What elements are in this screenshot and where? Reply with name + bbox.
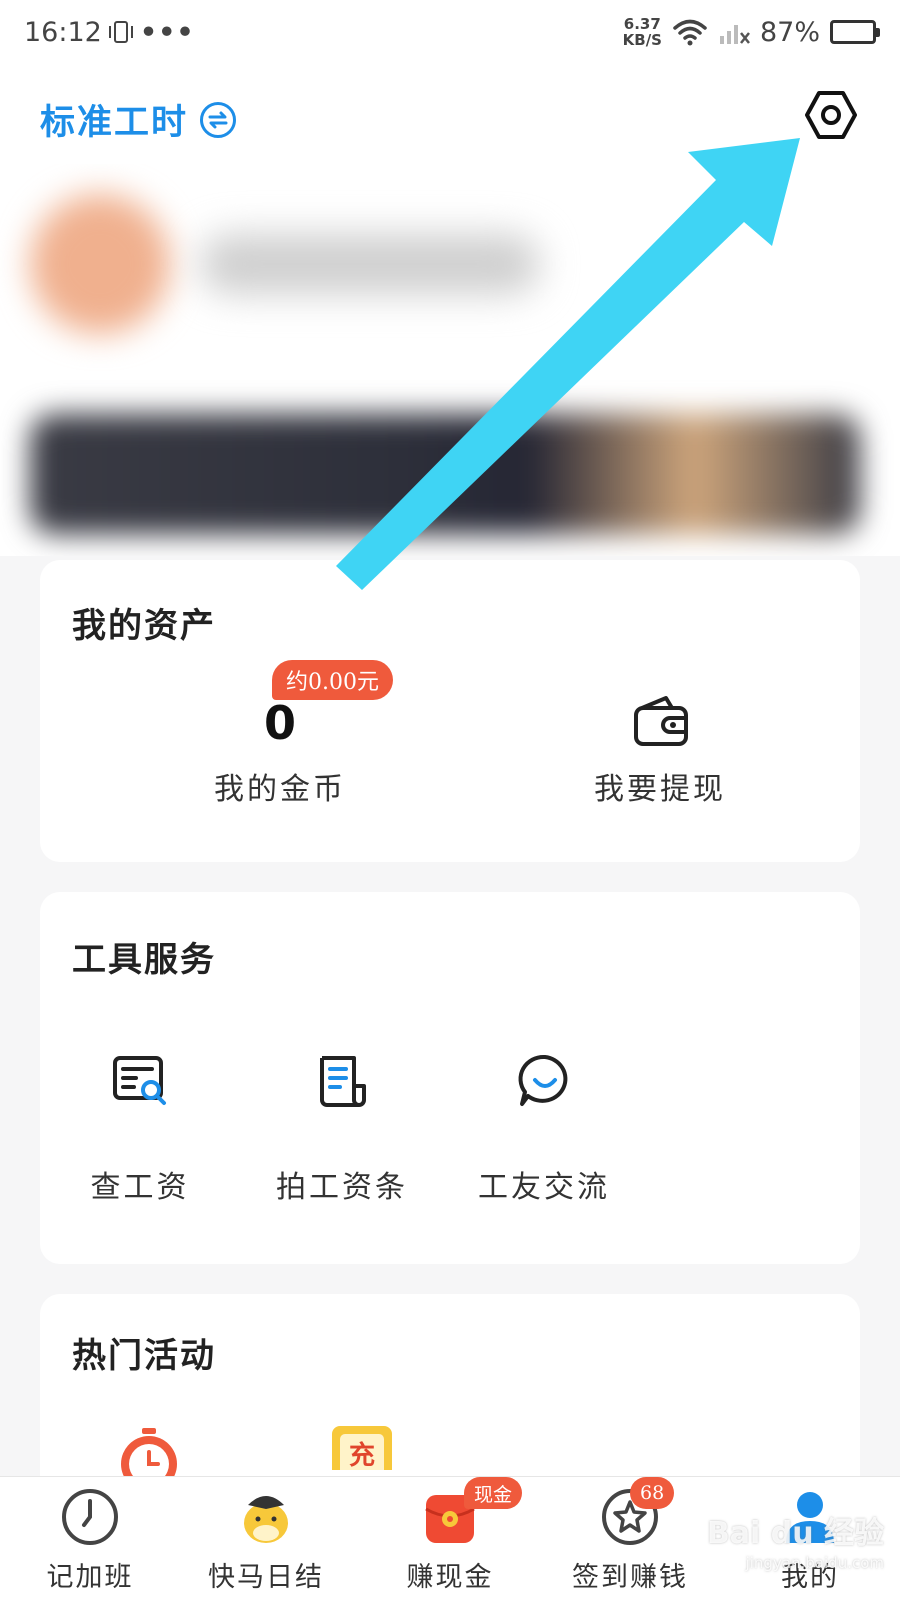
tool-label: 工友交流: [478, 1170, 610, 1205]
tab-earn-cash[interactable]: 现金 赚现金: [360, 1477, 540, 1600]
tab-daily-pay[interactable]: 快马日结: [176, 1477, 356, 1600]
user-name-blurred: [200, 234, 540, 294]
status-bar: 16:12 ••• 6.37 KB/S 87%: [0, 0, 900, 64]
swap-icon: [200, 101, 237, 138]
net-speed-unit: KB/S: [622, 31, 662, 49]
tool-worker-chat[interactable]: 工友交流: [444, 1052, 644, 1212]
tool-label: 拍工资条: [276, 1170, 408, 1205]
clock-icon: [62, 1489, 118, 1545]
tab-label: 赚现金: [406, 1562, 494, 1593]
assets-title: 我的资产: [72, 606, 216, 646]
net-speed: 6.37 KB/S: [623, 16, 662, 48]
my-coins[interactable]: 约0.00元 0 我的金币: [120, 660, 440, 820]
coin-label: 我的金币: [214, 772, 346, 807]
watermark-sub: jingyan.baidu.com: [745, 1554, 884, 1572]
cash-badge: 现金: [464, 1477, 523, 1509]
withdraw-button[interactable]: 我要提现: [560, 680, 760, 820]
net-speed-value: 6.37: [623, 15, 661, 33]
work-mode-switch[interactable]: 标准工时: [40, 94, 237, 145]
recharge-glyph: 充: [340, 1434, 384, 1470]
settings-button[interactable]: [804, 88, 858, 142]
salary-search-icon: [113, 1056, 166, 1105]
avatar[interactable]: [30, 194, 170, 334]
baidu-jingyan-watermark: Bai du 经验 jingyan.baidu.com: [684, 1508, 884, 1572]
work-mode-label: 标准工时: [40, 102, 189, 143]
tools-card: 工具服务 查工资 拍工资条 工友交流: [40, 892, 860, 1264]
wifi-icon: [673, 19, 707, 46]
coin-count: 0: [263, 696, 296, 750]
watermark-main: Bai du 经验: [706, 1516, 884, 1551]
alarm-clock-icon[interactable]: [114, 1426, 184, 1476]
battery-icon: [830, 20, 880, 44]
vibrate-icon: [108, 21, 133, 43]
coin-value-badge: 约0.00元: [272, 660, 393, 700]
payslip-icon: [320, 1056, 366, 1107]
withdraw-label: 我要提现: [594, 772, 726, 807]
horse-mascot-icon: [244, 1496, 288, 1543]
tab-label: 记加班: [46, 1562, 134, 1593]
tool-photo-payslip[interactable]: 拍工资条: [242, 1052, 442, 1212]
page-header: 标准工时: [0, 64, 900, 164]
settings-hexagon-icon: [805, 91, 857, 139]
wallet-icon: [634, 696, 688, 746]
tool-check-salary[interactable]: 查工资: [40, 1052, 240, 1212]
recharge-event[interactable]: 充: [332, 1426, 392, 1470]
battery-percent: 87%: [759, 16, 820, 48]
promo-banner[interactable]: [30, 414, 860, 534]
profile-area-blurred: [0, 164, 900, 556]
checkin-count-badge: 68: [630, 1477, 675, 1509]
assets-card: 我的资产 约0.00元 0 我的金币 我要提现: [40, 560, 860, 862]
status-time: 16:12: [24, 16, 102, 48]
tools-title: 工具服务: [72, 940, 216, 980]
signal-no-sim-icon: [719, 25, 750, 44]
more-dots-icon: •••: [139, 16, 195, 48]
chat-bubble-icon: [518, 1054, 568, 1106]
tool-label: 查工资: [90, 1170, 190, 1205]
tab-label: 快马日结: [208, 1562, 324, 1593]
events-title: 热门活动: [72, 1336, 216, 1376]
recharge-icon: 充: [332, 1426, 392, 1470]
tab-overtime[interactable]: 记加班: [0, 1477, 180, 1600]
